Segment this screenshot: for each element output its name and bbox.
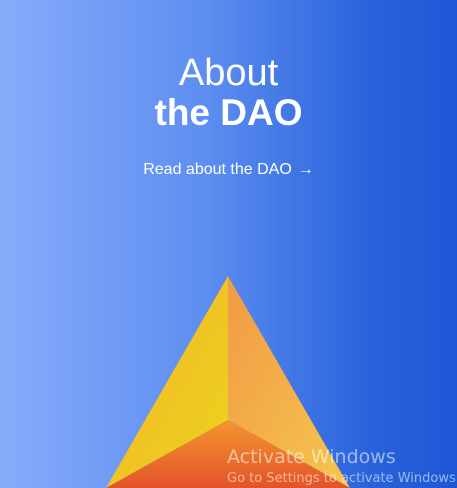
watermark-title: Activate Windows (227, 446, 396, 468)
activate-windows-watermark: Activate Windows Go to Settings to activ… (227, 444, 457, 488)
about-dao-hero: About the DAO Read about the DAO → Activa… (0, 0, 457, 488)
pyramid-illustration (106, 276, 350, 488)
watermark-subtitle: Go to Settings to activate Windows. (227, 471, 457, 486)
